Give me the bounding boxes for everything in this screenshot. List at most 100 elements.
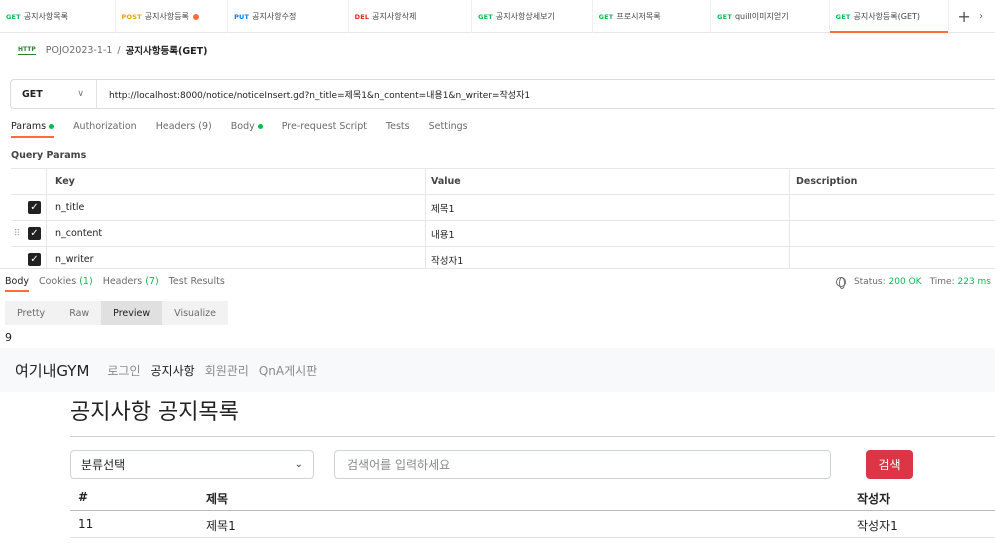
breadcrumb-separator: / [117, 44, 121, 56]
request-tab-bar: GET 공지사항목록 POST 공지사항등록 PUT 공지사항수정 DEL 공지사항삭제… [0, 0, 995, 33]
nav-link-login[interactable]: 로그인 [107, 362, 140, 379]
tab-prerequest-label: Pre-request Script [281, 121, 367, 132]
tab-params[interactable]: Params [11, 121, 55, 138]
response-tab-headers-label: Headers [102, 276, 143, 287]
tab-notice-update[interactable]: PUT 공지사항수정 [228, 0, 349, 33]
param-description[interactable] [790, 221, 995, 246]
tab-label: 공지사항등록(GET) [853, 12, 921, 21]
row-title-link[interactable]: 제목1 [206, 517, 236, 534]
format-pretty[interactable]: Pretty [5, 301, 58, 325]
tab-headers-label: Headers [155, 121, 196, 132]
category-select[interactable]: 분류선택 ⌄ [70, 450, 314, 479]
tab-overflow-chevron-icon[interactable]: › [979, 0, 995, 32]
breadcrumb-collection[interactable]: POJO2023-1-1 [46, 45, 113, 56]
notice-table: # 제목 작성자 11 제목1 작성자1 [70, 484, 995, 538]
row-no: 11 [78, 517, 94, 531]
tab-label: 공지사항등록 [144, 12, 189, 21]
tab-params-label: Params [11, 121, 47, 132]
search-input[interactable] [334, 450, 831, 479]
tab-body[interactable]: Body [231, 121, 263, 138]
column-header-writer: 작성자 [857, 492, 891, 506]
tab-quill-image[interactable]: GET quill이미지얻기 [711, 0, 830, 33]
key-column-header: Key [47, 169, 426, 194]
param-enabled-checkbox[interactable]: ✓ [28, 227, 41, 240]
response-tabs: Body Cookies (1) Headers (7) Test Result… [5, 276, 235, 292]
tab-procedure-list[interactable]: GET 프로시저목록 [593, 0, 712, 33]
tab-notice-insert-get[interactable]: GET 공지사항등록(GET) [829, 0, 950, 33]
http-request-icon: HTTP [18, 45, 36, 55]
title-divider [70, 436, 995, 437]
tab-label: 프로시저목록 [616, 12, 661, 21]
method-badge: PUT [234, 12, 250, 21]
tab-authorization-label: Authorization [73, 121, 137, 132]
tab-settings[interactable]: Settings [429, 121, 468, 138]
param-key[interactable]: n_title [47, 195, 426, 220]
params-active-dot-icon [49, 124, 55, 129]
table-row: 11 제목1 작성자1 [70, 511, 995, 538]
notice-table-header: # 제목 작성자 [70, 484, 995, 511]
tab-notice-detail[interactable]: GET 공지사항상세보기 [472, 0, 593, 33]
tab-authorization[interactable]: Authorization [73, 121, 137, 138]
tab-prerequest-script[interactable]: Pre-request Script [282, 121, 367, 138]
globe-icon[interactable] [835, 277, 846, 289]
nav-link-members[interactable]: 회원관리 [205, 362, 249, 379]
time-label: Time: [929, 277, 955, 287]
response-tab-body[interactable]: Body [5, 276, 29, 292]
request-options-tabs: Params Authorization Headers (9) Body Pr… [11, 121, 487, 138]
status-value[interactable]: 200 OK [889, 277, 922, 287]
param-value[interactable]: 내용1 [426, 221, 790, 246]
method-badge: GET [478, 12, 493, 21]
response-tab-headers[interactable]: Headers (7) [103, 276, 159, 292]
cookies-count: (1) [79, 276, 93, 287]
param-description[interactable] [790, 195, 995, 220]
page-title: 공지사항 공지목록 [70, 400, 239, 425]
query-params-title: Query Params [11, 150, 87, 161]
tab-notice-create[interactable]: POST 공지사항등록 [116, 0, 229, 33]
param-enabled-checkbox[interactable]: ✓ [28, 201, 41, 214]
tab-notice-delete[interactable]: DEL 공지사항삭제 [349, 0, 473, 33]
search-button[interactable]: 검색 [866, 450, 913, 479]
category-select-value: 분류선택 [81, 458, 126, 472]
method-badge: GET [6, 12, 21, 21]
chevron-down-icon: ⌄ [294, 459, 303, 470]
response-format-tabs: Pretty Raw Preview Visualize [5, 301, 228, 325]
brand-logo[interactable]: 여기내GYM [15, 360, 89, 381]
description-column-header: Description [796, 176, 858, 187]
format-visualize[interactable]: Visualize [162, 301, 228, 325]
chevron-down-icon: ∨ [77, 89, 84, 99]
tab-tests[interactable]: Tests [386, 121, 410, 138]
unsaved-dot-icon [192, 13, 199, 20]
param-key[interactable]: n_content [47, 221, 426, 246]
breadcrumb-current-request[interactable]: 공지사항등록(GET) [126, 43, 208, 57]
tab-label: 공지사항수정 [252, 12, 297, 21]
response-headers-count: (7) [145, 276, 159, 287]
method-select-value: GET [22, 88, 43, 100]
nav-link-qna[interactable]: QnA게시판 [259, 362, 317, 379]
response-tab-test-results[interactable]: Test Results [169, 276, 225, 292]
tab-tests-label: Tests [385, 121, 410, 132]
tab-headers[interactable]: Headers (9) [156, 121, 212, 138]
tab-body-label: Body [230, 121, 255, 132]
body-active-dot-icon [257, 124, 263, 129]
time-value[interactable]: 223 ms [958, 277, 992, 287]
headers-count: (9) [198, 121, 212, 132]
drag-handle-icon[interactable]: ⠿ [11, 221, 23, 246]
preview-navbar: 여기내GYM 로그인 공지사항 회원관리 QnA게시판 [0, 348, 995, 392]
tab-label: 공지사항상세보기 [495, 12, 555, 21]
param-enabled-checkbox[interactable]: ✓ [28, 253, 41, 266]
new-tab-plus-icon[interactable]: + [949, 0, 979, 32]
format-raw[interactable]: Raw [57, 301, 102, 325]
response-tab-test-results-label: Test Results [168, 276, 225, 287]
response-tab-body-label: Body [5, 276, 29, 287]
format-preview[interactable]: Preview [101, 301, 163, 325]
param-value[interactable]: 제목1 [426, 195, 790, 220]
tab-notice-list[interactable]: GET 공지사항목록 [0, 0, 116, 33]
query-params-table: Key Value Description ✓ n_title 제목1 ⠿ ✓ … [11, 168, 995, 273]
response-tab-cookies[interactable]: Cookies (1) [39, 276, 93, 292]
breadcrumb: HTTP POJO2023-1-1 / 공지사항등록(GET) [18, 43, 207, 57]
url-input[interactable]: http://localhost:8000/notice/noticeInser… [97, 88, 530, 101]
method-badge: GET [835, 12, 851, 21]
status-label: Status: [853, 277, 886, 287]
nav-link-notice[interactable]: 공지사항 [151, 362, 195, 379]
method-select[interactable]: GET ∨ [11, 80, 97, 108]
